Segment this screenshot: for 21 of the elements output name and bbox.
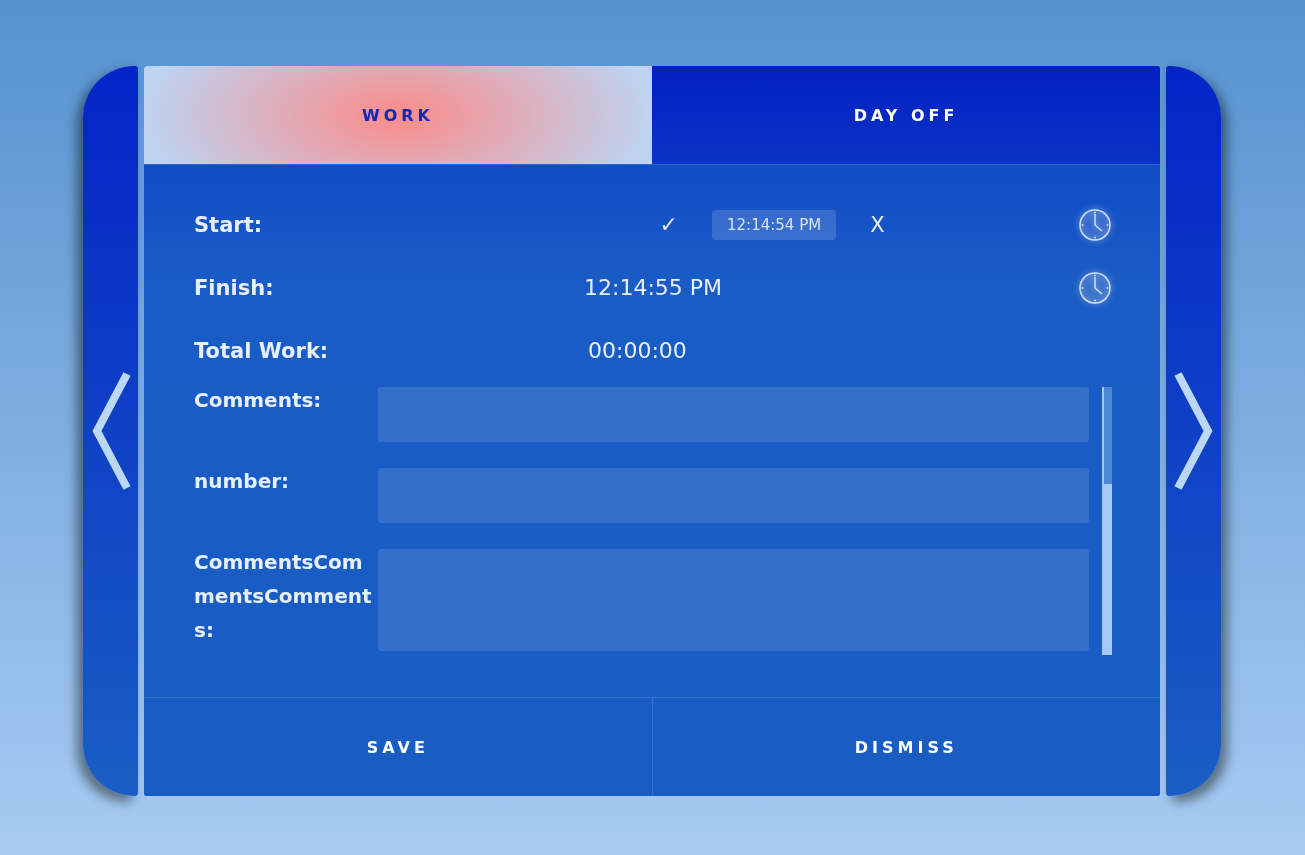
tab[interactable]: WORK (144, 66, 652, 164)
clock-icon[interactable] (1078, 207, 1112, 242)
total-work-value: 00:00:00 (588, 338, 687, 363)
next-button[interactable] (1166, 66, 1221, 796)
scrollbar[interactable] (1102, 387, 1112, 655)
finish-label: Finish: (194, 275, 275, 300)
chevron-left-icon (90, 372, 131, 490)
field-label: Comments: (194, 387, 323, 414)
clock-icon[interactable] (1078, 270, 1112, 305)
dismiss-button[interactable]: DISMISS (651, 698, 1160, 796)
cancel-button[interactable]: X (870, 212, 885, 237)
tab[interactable]: DAY OFF (652, 66, 1160, 164)
time-field[interactable]: 12:14:54 PM (712, 209, 837, 240)
field-label: CommentsCommentsComments: (194, 549, 373, 644)
field-label: number: (194, 468, 291, 495)
confirm-button[interactable]: ✓ (528, 212, 678, 237)
total-work-label: Total Work: (194, 338, 330, 363)
chevron-right-icon (1173, 372, 1214, 490)
previous-button[interactable] (83, 66, 138, 796)
start-label: Start: (194, 212, 264, 237)
finish-time: 12:14:55 PM (584, 275, 723, 300)
